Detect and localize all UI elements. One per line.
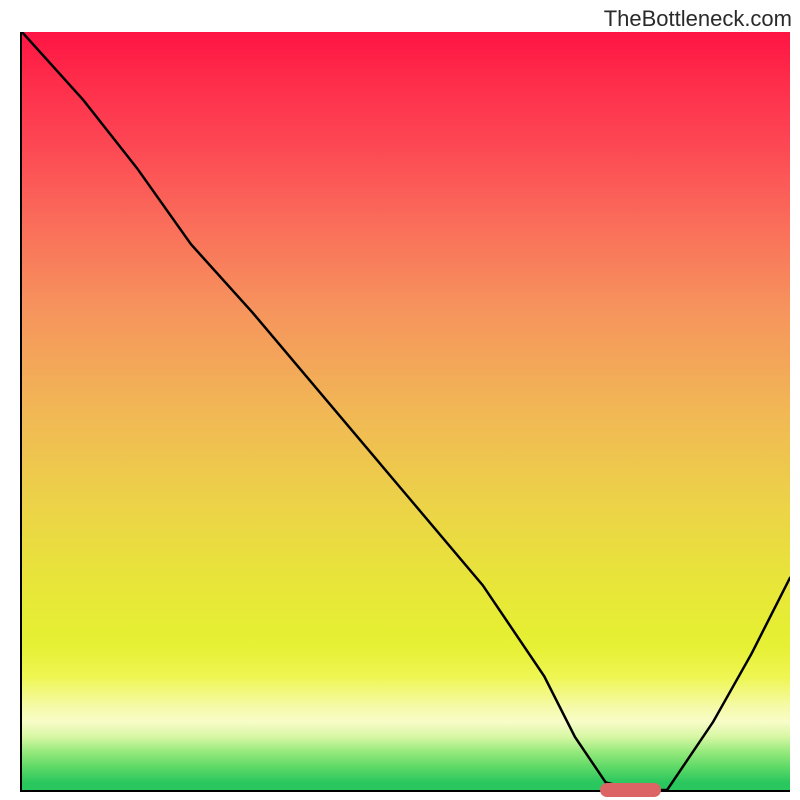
watermark-text: TheBottleneck.com [604,6,792,32]
bottleneck-curve-line [22,32,790,790]
chart-plot-area [20,32,790,792]
chart-curve-svg [22,32,790,790]
optimal-range-marker [600,783,662,797]
